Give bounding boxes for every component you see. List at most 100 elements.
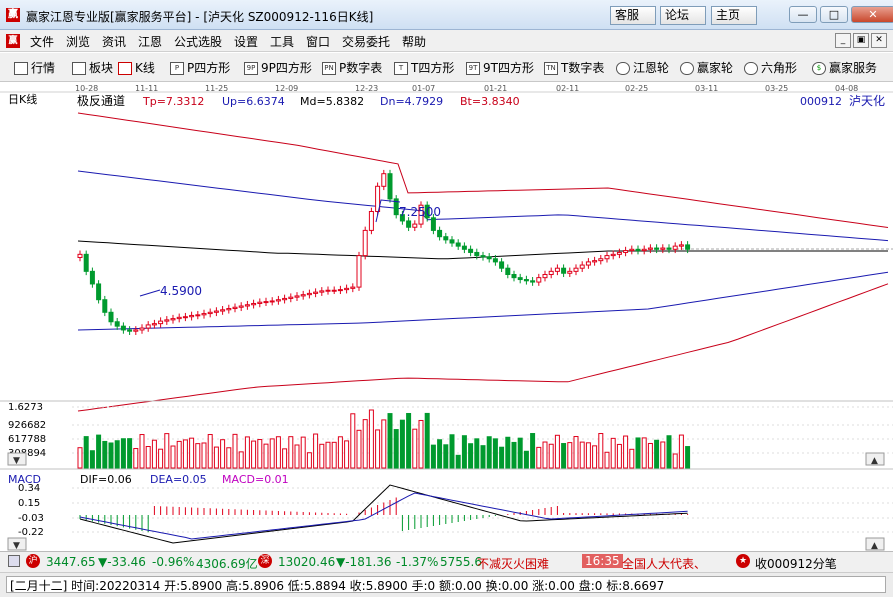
toolbar-btn-12[interactable]: $ 赢家服务 bbox=[812, 59, 877, 77]
candle-body[interactable] bbox=[387, 173, 393, 200]
close-button[interactable]: ✕ bbox=[851, 6, 893, 23]
candle-body[interactable] bbox=[567, 270, 573, 274]
toolbar-btn-6[interactable]: T T四方形 bbox=[394, 59, 454, 77]
candle-body[interactable] bbox=[232, 306, 238, 310]
candle-body[interactable] bbox=[325, 289, 331, 292]
candle-body[interactable] bbox=[313, 291, 319, 294]
menu-item-9[interactable]: 帮助 bbox=[402, 33, 426, 50]
candle-body[interactable] bbox=[158, 320, 164, 325]
menu-item-6[interactable]: 工具 bbox=[270, 33, 294, 50]
candle-body[interactable] bbox=[263, 301, 269, 304]
candle-body[interactable] bbox=[96, 283, 102, 301]
candle-body[interactable] bbox=[294, 295, 300, 298]
candle-body[interactable] bbox=[517, 277, 523, 281]
candle-body[interactable] bbox=[654, 247, 660, 250]
candle-body[interactable] bbox=[629, 248, 635, 252]
toolbar-btn-11[interactable]: 六角形 bbox=[744, 59, 797, 77]
candle-body[interactable] bbox=[641, 248, 647, 252]
candle-body[interactable] bbox=[598, 258, 604, 262]
candle-body[interactable] bbox=[592, 260, 598, 263]
candle-body[interactable] bbox=[170, 318, 176, 321]
toolbar-btn-3[interactable]: P P四方形 bbox=[170, 59, 230, 77]
news-ticker-left[interactable]: 不减灭火困难 bbox=[477, 555, 549, 572]
candle-body[interactable] bbox=[474, 251, 480, 257]
candle-body[interactable] bbox=[275, 299, 281, 302]
candle-body[interactable] bbox=[102, 299, 108, 313]
candle-body[interactable] bbox=[120, 325, 126, 331]
candle-body[interactable] bbox=[145, 324, 151, 329]
candle-body[interactable] bbox=[282, 297, 288, 301]
mdi-close-button[interactable]: ✕ bbox=[871, 33, 887, 48]
candle-body[interactable] bbox=[561, 267, 567, 274]
candle-body[interactable] bbox=[381, 173, 387, 187]
menu-item-8[interactable]: 交易委托 bbox=[342, 33, 390, 50]
candle-body[interactable] bbox=[77, 253, 83, 258]
menu-item-7[interactable]: 窗口 bbox=[306, 33, 330, 50]
candle-body[interactable] bbox=[678, 244, 684, 247]
candle-body[interactable] bbox=[133, 329, 139, 332]
candle-body[interactable] bbox=[350, 286, 356, 289]
candle-body[interactable] bbox=[251, 302, 257, 306]
candle-body[interactable] bbox=[344, 287, 350, 291]
toolbar-btn-2[interactable]: K线 bbox=[118, 59, 155, 77]
candle-body[interactable] bbox=[604, 255, 610, 260]
candle-body[interactable] bbox=[548, 270, 554, 276]
candle-body[interactable] bbox=[83, 253, 89, 272]
menu-item-0[interactable]: 文件 bbox=[30, 33, 54, 50]
candle-body[interactable] bbox=[269, 300, 275, 303]
candle-body[interactable] bbox=[585, 261, 591, 266]
candle-body[interactable] bbox=[306, 292, 312, 296]
candle-body[interactable] bbox=[257, 301, 263, 304]
candle-body[interactable] bbox=[468, 248, 474, 253]
candle-body[interactable] bbox=[319, 290, 325, 293]
candle-body[interactable] bbox=[685, 244, 691, 250]
favorite-icon[interactable]: ★ bbox=[736, 554, 750, 568]
menu-item-4[interactable]: 公式选股 bbox=[174, 33, 222, 50]
candle-body[interactable] bbox=[201, 313, 207, 316]
candle-body[interactable] bbox=[523, 279, 529, 282]
candle-body[interactable] bbox=[660, 247, 666, 250]
candle-body[interactable] bbox=[207, 311, 213, 315]
candle-body[interactable] bbox=[616, 251, 622, 255]
toolbar-btn-10[interactable]: 赢家轮 bbox=[680, 59, 733, 77]
candle-body[interactable] bbox=[182, 316, 188, 319]
candle-body[interactable] bbox=[666, 247, 672, 250]
menu-item-5[interactable]: 设置 bbox=[234, 33, 258, 50]
candle-body[interactable] bbox=[195, 314, 201, 317]
candle-body[interactable] bbox=[139, 327, 145, 331]
candle-body[interactable] bbox=[114, 321, 120, 327]
favorite-label[interactable]: 收000912分笔 bbox=[755, 555, 837, 572]
candle-body[interactable] bbox=[213, 310, 219, 313]
candle-body[interactable] bbox=[635, 248, 641, 252]
candle-body[interactable] bbox=[430, 217, 436, 231]
toolbar-btn-1[interactable]: 板块 bbox=[72, 59, 113, 77]
candle-body[interactable] bbox=[356, 255, 362, 288]
candle-body[interactable] bbox=[530, 280, 536, 283]
candle-body[interactable] bbox=[226, 308, 232, 311]
candle-body[interactable] bbox=[127, 329, 133, 332]
mdi-minimize-button[interactable]: _ bbox=[835, 33, 851, 48]
candle-body[interactable] bbox=[461, 245, 467, 250]
candle-body[interactable] bbox=[480, 255, 486, 258]
candle-body[interactable] bbox=[536, 277, 542, 283]
minimize-button[interactable]: — bbox=[789, 6, 817, 23]
candle-body[interactable] bbox=[610, 253, 616, 257]
candle-body[interactable] bbox=[499, 261, 505, 269]
candle-body[interactable] bbox=[455, 242, 461, 247]
candle-body[interactable] bbox=[288, 296, 294, 299]
candle-body[interactable] bbox=[238, 305, 244, 308]
candle-body[interactable] bbox=[443, 236, 449, 241]
news-ticker-right[interactable]: 全国人大代表、 bbox=[622, 555, 706, 572]
candle-body[interactable] bbox=[554, 267, 560, 272]
candle-body[interactable] bbox=[331, 289, 337, 292]
candle-body[interactable] bbox=[486, 256, 492, 260]
candle-body[interactable] bbox=[151, 323, 157, 326]
candle-body[interactable] bbox=[492, 258, 498, 263]
candle-body[interactable] bbox=[89, 270, 95, 285]
toolbar-btn-4[interactable]: 9P 9P四方形 bbox=[244, 59, 312, 77]
candle-body[interactable] bbox=[244, 304, 250, 307]
maximize-button[interactable]: □ bbox=[820, 6, 848, 23]
menu-item-1[interactable]: 浏览 bbox=[66, 33, 90, 50]
quote-grid-icon[interactable] bbox=[8, 555, 20, 567]
kline-chart[interactable]: 10-28 11-11 11-25 12-09 12-23 01-07 01-21 02-11… bbox=[0, 83, 893, 551]
